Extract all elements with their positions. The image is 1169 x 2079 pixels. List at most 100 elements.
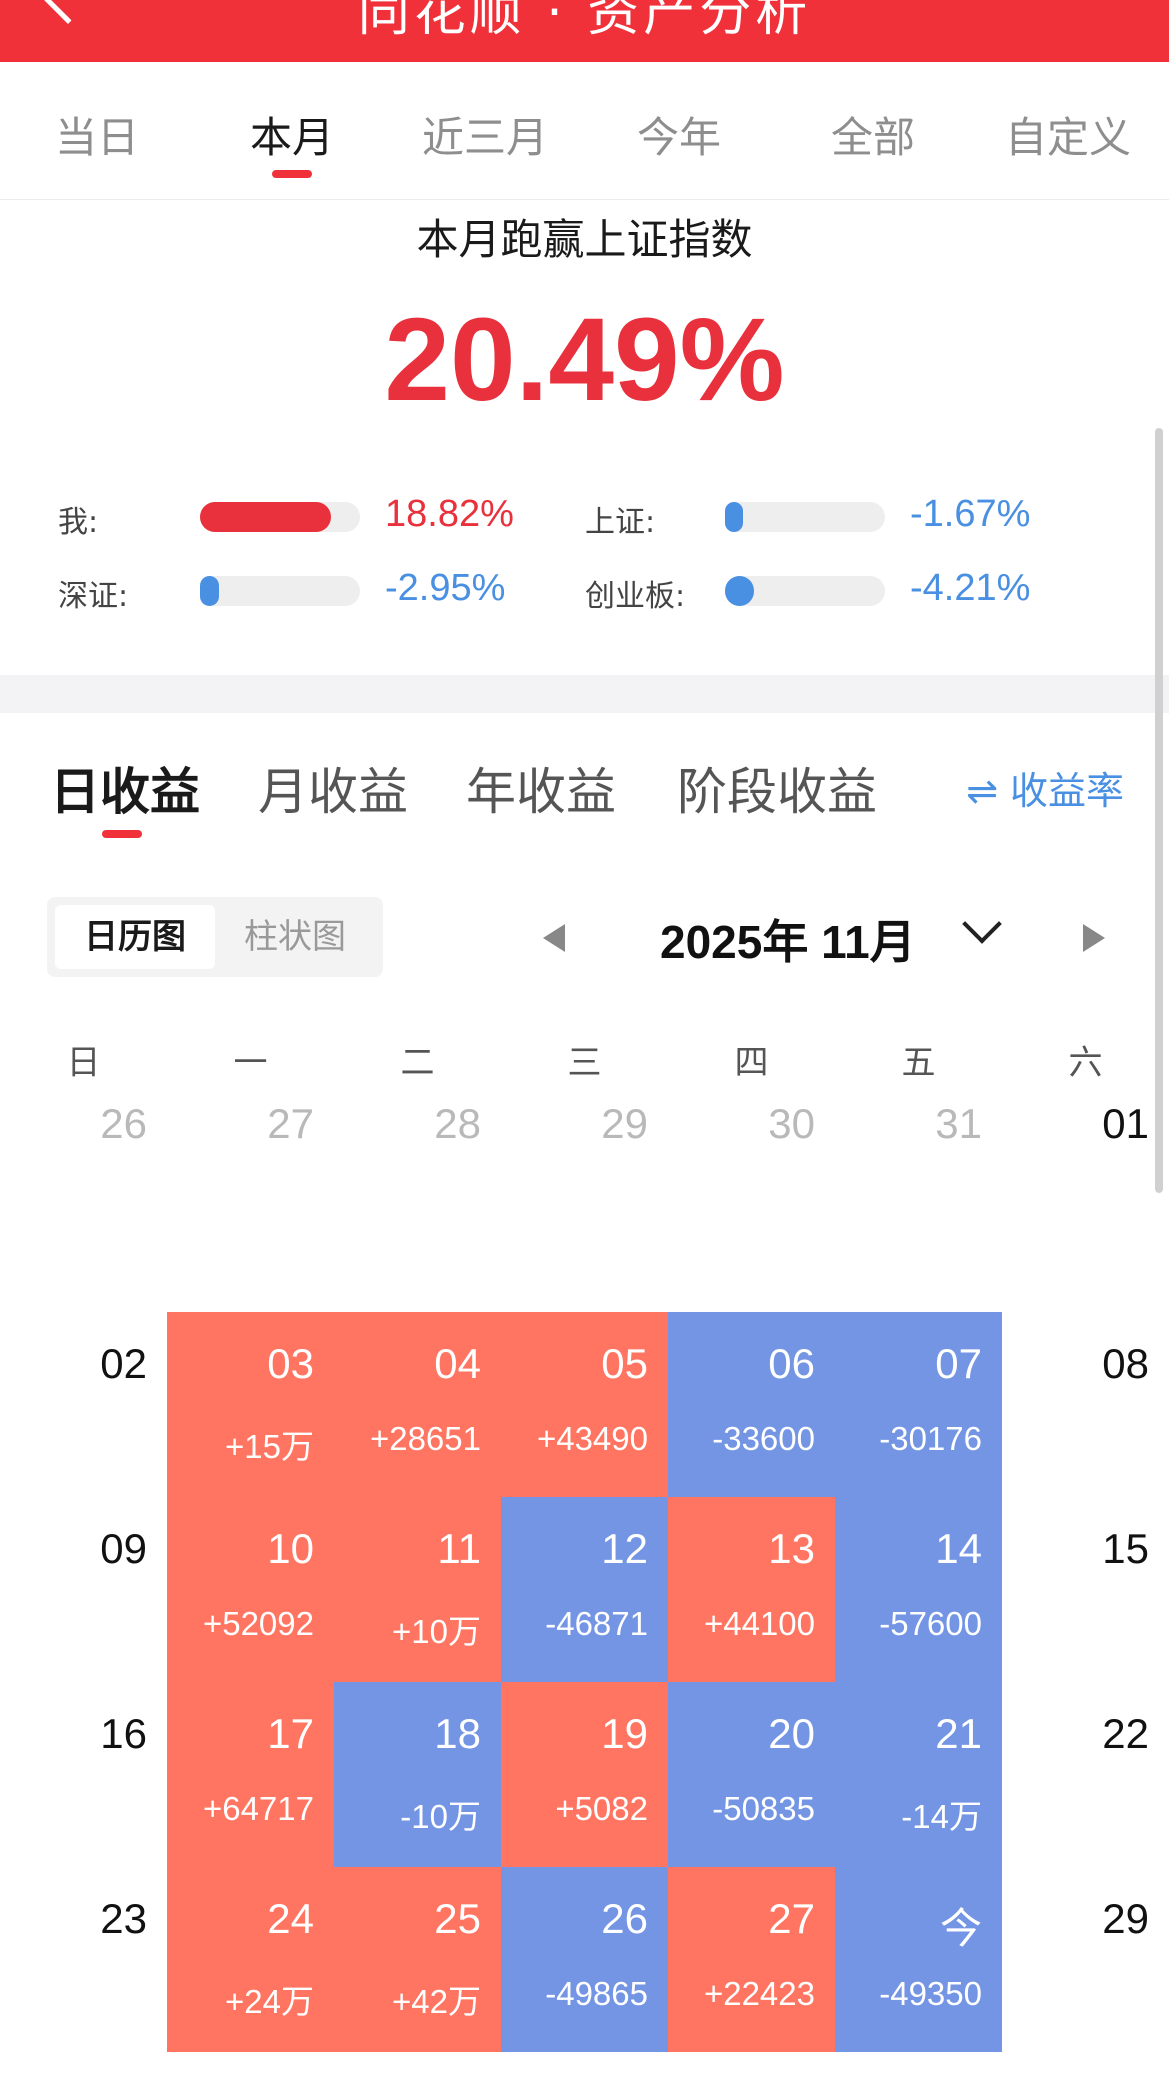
calendar-day-number: 27 xyxy=(267,1100,314,1147)
calendar-day[interactable]: 08 xyxy=(1002,1312,1169,1497)
scrollbar[interactable] xyxy=(1155,428,1163,1193)
bar-view-button[interactable]: 柱状图 xyxy=(215,905,375,969)
next-month-icon[interactable] xyxy=(1083,924,1105,952)
calendar-day-number: 26 xyxy=(601,1895,648,1942)
calendar-day[interactable]: 12 -46871 xyxy=(501,1497,668,1682)
calendar-day-number: 16 xyxy=(100,1710,147,1757)
tab-today[interactable]: 当日 xyxy=(12,104,182,165)
calendar-day[interactable]: 06 -33600 xyxy=(668,1312,835,1497)
calendar-day-pnl: +28651 xyxy=(369,1420,481,1457)
calendar-day[interactable]: 31 xyxy=(835,1072,1002,1257)
calendar-day[interactable]: 23 xyxy=(0,1867,167,2052)
calendar-day[interactable]: 26 xyxy=(0,1072,167,1257)
calendar-day[interactable]: 11 +10万 xyxy=(334,1497,501,1682)
calendar-day-number: 19 xyxy=(601,1710,648,1757)
calendar-day-number: 02 xyxy=(100,1340,147,1387)
calendar-day-number: 今 xyxy=(939,1905,982,1952)
comparison-fill-me xyxy=(200,502,331,532)
calendar-day-number: 23 xyxy=(100,1895,147,1942)
calendar-day-pnl: +42万 xyxy=(392,1983,481,2020)
calendar-day-number: 29 xyxy=(601,1100,648,1147)
prev-month-icon[interactable] xyxy=(543,924,565,952)
calendar-day-number: 07 xyxy=(935,1340,982,1387)
rate-toggle-button[interactable]: ⇌ 收益率 xyxy=(966,760,1124,815)
calendar-day-number: 28 xyxy=(434,1100,481,1147)
calendar-day-number: 06 xyxy=(768,1340,815,1387)
calendar-day[interactable]: 27 xyxy=(167,1072,334,1257)
comparison-value-me: 18.82% xyxy=(385,493,514,535)
calendar-day-pnl: +44100 xyxy=(703,1605,815,1642)
calendar-day-number: 03 xyxy=(267,1340,314,1387)
calendar-day[interactable]: 24 +24万 xyxy=(167,1867,334,2052)
calendar-day-number: 18 xyxy=(434,1710,481,1757)
calendar-day[interactable]: 28 xyxy=(334,1072,501,1257)
calendar-day[interactable]: 29 xyxy=(1002,1867,1169,2052)
calendar-day[interactable]: 16 xyxy=(0,1682,167,1867)
calendar-day[interactable]: 15 xyxy=(1002,1497,1169,1682)
calendar-day[interactable]: 10 +52092 xyxy=(167,1497,334,1682)
calendar-day-number: 08 xyxy=(1102,1340,1149,1387)
calendar-day-number: 27 xyxy=(768,1895,815,1942)
calendar-day-number: 30 xyxy=(768,1100,815,1147)
calendar-day[interactable]: 13 +44100 xyxy=(668,1497,835,1682)
calendar-view-button[interactable]: 日历图 xyxy=(55,905,215,969)
view-switch: 日历图 柱状图 xyxy=(47,897,383,977)
tab-daily-earnings[interactable]: 日收益 xyxy=(50,752,200,824)
calendar-day[interactable]: 03 +15万 xyxy=(167,1312,334,1497)
calendar-day[interactable]: 17 +64717 xyxy=(167,1682,334,1867)
calendar-day-number: 09 xyxy=(100,1525,147,1572)
tab-monthly-earnings[interactable]: 月收益 xyxy=(258,752,408,824)
calendar-day-number: 17 xyxy=(267,1710,314,1757)
calendar-day-pnl: -10万 xyxy=(400,1798,481,1835)
calendar-day[interactable]: 22 xyxy=(1002,1682,1169,1867)
calendar-day[interactable]: 30 xyxy=(668,1072,835,1257)
calendar-day-pnl: -30176 xyxy=(879,1420,982,1457)
calendar-day[interactable]: 09 xyxy=(0,1497,167,1682)
calendar-day-pnl: +15万 xyxy=(225,1428,314,1465)
calendar-day[interactable]: 02 xyxy=(0,1312,167,1497)
calendar-day[interactable]: 今 -49350 xyxy=(835,1867,1002,2052)
tab-yearly-earnings[interactable]: 年收益 xyxy=(466,752,616,824)
calendar-day[interactable]: 18 -10万 xyxy=(334,1682,501,1867)
calendar-day-number: 29 xyxy=(1102,1895,1149,1942)
comparison-fill-shenzhen xyxy=(200,576,219,606)
calendar-day-pnl: -46871 xyxy=(545,1605,648,1642)
calendar-day-number: 21 xyxy=(935,1710,982,1757)
tab-this-month[interactable]: 本月 xyxy=(207,104,377,165)
comparison-fill-chinext xyxy=(725,576,754,606)
calendar-day[interactable]: 04 +28651 xyxy=(334,1312,501,1497)
tab-this-year[interactable]: 今年 xyxy=(594,104,764,165)
tab-all[interactable]: 全部 xyxy=(788,104,958,165)
calendar-day-pnl: -50835 xyxy=(712,1790,815,1827)
calendar-day-number: 14 xyxy=(935,1525,982,1572)
calendar-day-number: 26 xyxy=(100,1100,147,1147)
comparison-bar-shanghai xyxy=(725,502,885,532)
comparison-fill-shanghai xyxy=(725,502,743,532)
calendar-day-pnl: -33600 xyxy=(712,1420,815,1457)
calendar-day[interactable]: 29 xyxy=(501,1072,668,1257)
month-label[interactable]: 2025年 11月 xyxy=(660,906,916,972)
calendar-day[interactable]: 14 -57600 xyxy=(835,1497,1002,1682)
comparison-value-shanghai: -1.67% xyxy=(910,493,1031,535)
calendar-day[interactable]: 19 +5082 xyxy=(501,1682,668,1867)
calendar-day-pnl: +22423 xyxy=(703,1975,815,2012)
section-divider xyxy=(0,675,1169,713)
chevron-down-icon[interactable] xyxy=(962,904,1002,944)
calendar-day[interactable]: 25 +42万 xyxy=(334,1867,501,2052)
tab-period-earnings[interactable]: 阶段收益 xyxy=(677,752,877,824)
calendar-day[interactable]: 20 -50835 xyxy=(668,1682,835,1867)
calendar-day[interactable]: 26 -49865 xyxy=(501,1867,668,2052)
tab-custom[interactable]: 自定义 xyxy=(983,104,1153,165)
calendar-day-pnl: +43490 xyxy=(536,1420,648,1457)
tab-three-months[interactable]: 近三月 xyxy=(400,104,570,165)
calendar-day[interactable]: 07 -30176 xyxy=(835,1312,1002,1497)
calendar-day-number: 15 xyxy=(1102,1525,1149,1572)
calendar-day-number: 01 xyxy=(1102,1100,1149,1147)
calendar-day[interactable]: 27 +22423 xyxy=(668,1867,835,2052)
calendar-day[interactable]: 05 +43490 xyxy=(501,1312,668,1497)
calendar-day-number: 10 xyxy=(267,1525,314,1572)
comparison-label-shanghai: 上证: xyxy=(585,505,656,540)
calendar-day[interactable]: 01 xyxy=(1002,1072,1169,1257)
comparison-bar-shenzhen xyxy=(200,576,360,606)
calendar-day[interactable]: 21 -14万 xyxy=(835,1682,1002,1867)
